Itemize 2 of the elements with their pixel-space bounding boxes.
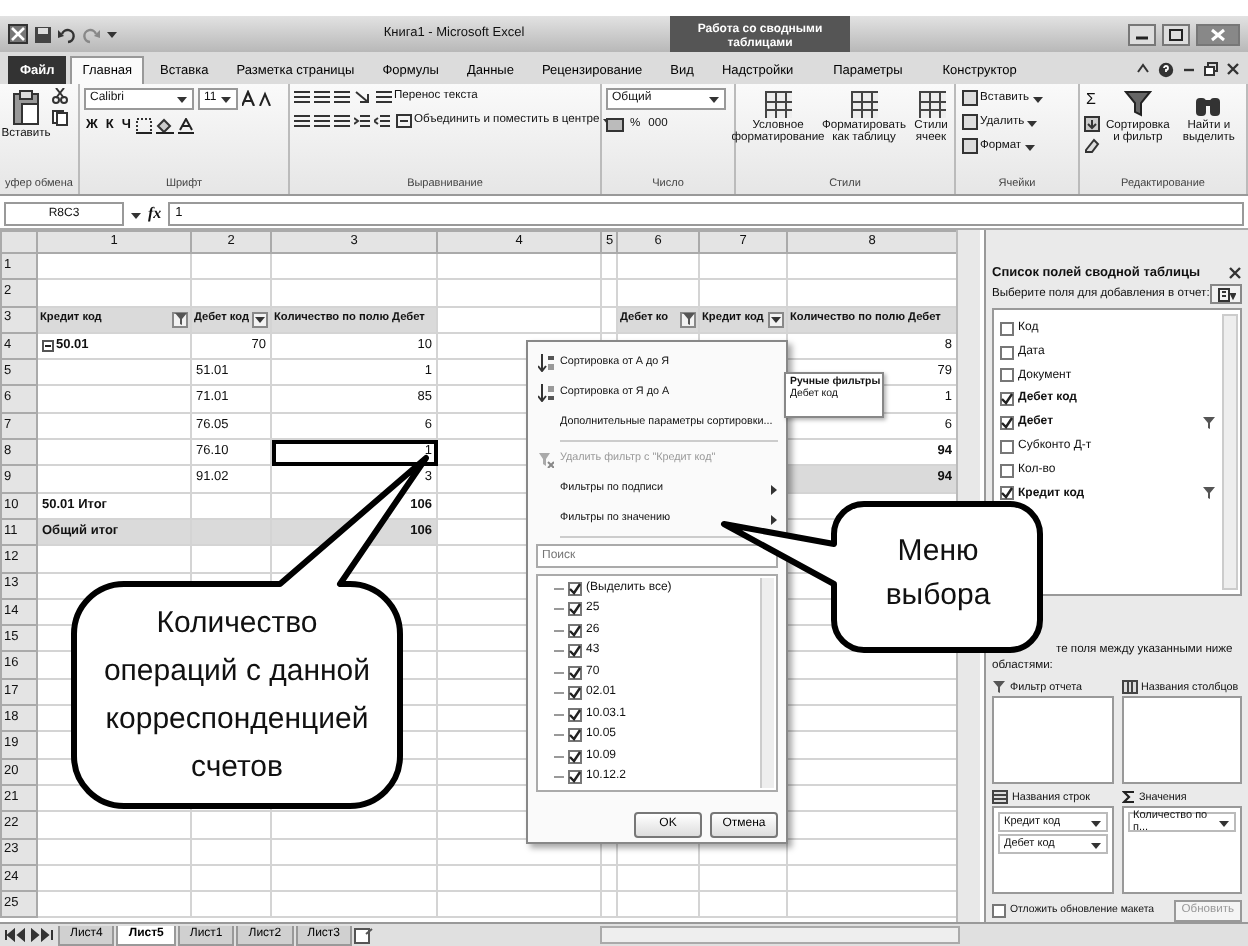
callout-text: Меню выбора xyxy=(883,532,993,616)
callout-text: Количество операций с данной корреспонденцией счетов xyxy=(101,604,373,788)
